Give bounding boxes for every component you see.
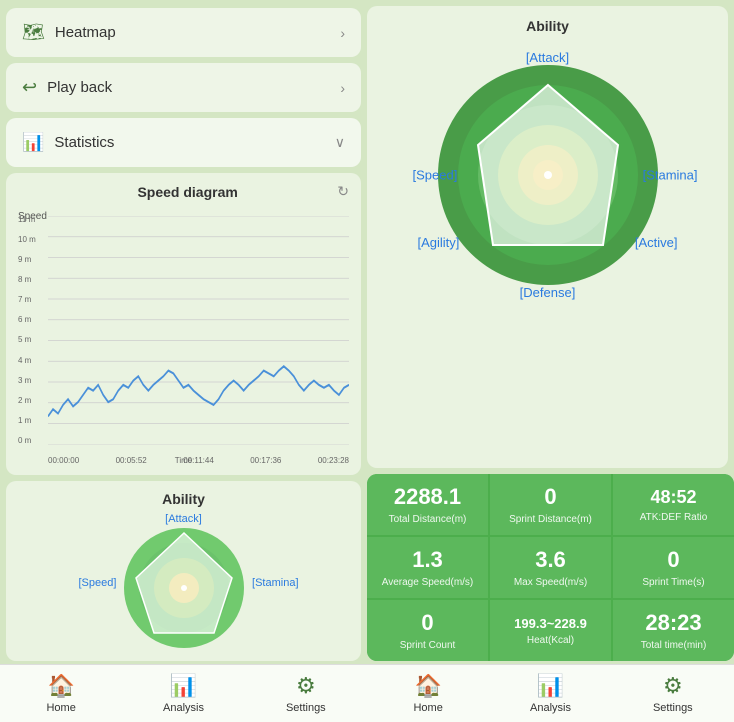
- chart-canvas: [48, 216, 349, 445]
- nav-home-right[interactable]: 🏠 Home: [398, 673, 458, 714]
- active-label-right: [Active]: [635, 235, 678, 250]
- stat-value-total-distance: 2288.1: [394, 484, 461, 510]
- right-panel: Ability [Attack] [Speed] [Stamina] [Agil…: [367, 0, 734, 722]
- home-label-right: Home: [413, 702, 442, 714]
- settings-icon-right: ⚙: [663, 673, 683, 699]
- nav-analysis-right[interactable]: 📊 Analysis: [520, 673, 580, 714]
- stat-label-sprint-distance: Sprint Distance(m): [509, 514, 592, 525]
- ability-title-left: Ability: [162, 491, 205, 507]
- settings-label-left: Settings: [286, 702, 326, 714]
- stat-label-max-speed: Max Speed(m/s): [514, 577, 587, 588]
- settings-icon-left: ⚙: [296, 673, 316, 699]
- analysis-label-left: Analysis: [163, 702, 204, 714]
- stat-label-sprint-count: Sprint Count: [400, 640, 456, 651]
- heatmap-chevron: ›: [340, 25, 345, 41]
- bottom-nav-right: 🏠 Home 📊 Analysis ⚙ Settings: [367, 664, 734, 722]
- speed-diagram-header: Speed diagram ↻: [18, 183, 349, 200]
- nav-settings-left[interactable]: ⚙ Settings: [276, 673, 336, 714]
- refresh-icon[interactable]: ↻: [337, 183, 349, 200]
- menu-item-playback[interactable]: ↩ Play back ›: [6, 63, 361, 112]
- playback-chevron: ›: [340, 80, 345, 96]
- stat-value-heat: 199.3~228.9: [514, 616, 587, 631]
- nav-analysis-left[interactable]: 📊 Analysis: [153, 673, 213, 714]
- ability-title-right: Ability: [526, 18, 569, 34]
- stat-sprint-distance: 0 Sprint Distance(m): [490, 474, 611, 535]
- ability-section-right: Ability [Attack] [Speed] [Stamina] [Agil…: [367, 6, 728, 468]
- menu-item-left: 📊 Statistics: [22, 132, 114, 153]
- stat-value-avg-speed: 1.3: [412, 547, 443, 573]
- menu-item-heatmap[interactable]: 🗺 Heatmap ›: [6, 8, 361, 57]
- defense-label-right: [Defense]: [520, 285, 576, 300]
- playback-label: Play back: [47, 79, 112, 96]
- stat-sprint-count: 0 Sprint Count: [367, 600, 488, 661]
- speed-chart-svg: [48, 216, 349, 445]
- y-axis: 0 m 1 m 2 m 3 m 4 m 5 m 6 m 7 m 8 m 9 m …: [18, 216, 36, 445]
- stat-value-sprint-time: 0: [667, 547, 679, 573]
- time-axis-label: Time: [175, 456, 192, 465]
- left-panel: 🗺 Heatmap › ↩ Play back › 📊 Statistics ∨…: [0, 0, 367, 722]
- stamina-label-left: [Stamina]: [252, 577, 298, 589]
- statistics-label: Statistics: [54, 134, 114, 151]
- menu-item-statistics[interactable]: 📊 Statistics ∨: [6, 118, 361, 167]
- home-icon-left: 🏠: [47, 673, 74, 699]
- stat-label-total-distance: Total Distance(m): [389, 514, 467, 525]
- stat-label-heat: Heat(Kcal): [527, 635, 574, 646]
- stat-avg-speed: 1.3 Average Speed(m/s): [367, 537, 488, 598]
- nav-home-left[interactable]: 🏠 Home: [31, 673, 91, 714]
- stat-heat: 199.3~228.9 Heat(Kcal): [490, 600, 611, 661]
- bottom-nav-left: 🏠 Home 📊 Analysis ⚙ Settings: [0, 664, 367, 722]
- speed-label-right: [Speed]: [413, 168, 458, 183]
- stamina-label-right: [Stamina]: [643, 168, 698, 183]
- menu-item-left: 🗺 Heatmap: [22, 22, 116, 43]
- heatmap-label: Heatmap: [55, 24, 116, 41]
- stat-label-atk-def-ratio: ATK:DEF Ratio: [640, 512, 708, 523]
- stat-value-max-speed: 3.6: [535, 547, 566, 573]
- menu-item-left: ↩ Play back: [22, 77, 112, 98]
- stat-label-sprint-time: Sprint Time(s): [642, 577, 704, 588]
- speed-diagram-section: Speed diagram ↻ Speed 0 m 1 m 2 m 3 m 4 …: [6, 173, 361, 475]
- heatmap-icon: 🗺: [22, 22, 45, 43]
- stat-total-time: 28:23 Total time(min): [613, 600, 734, 661]
- nav-settings-right[interactable]: ⚙ Settings: [643, 673, 703, 714]
- analysis-label-right: Analysis: [530, 702, 571, 714]
- stat-sprint-time: 0 Sprint Time(s): [613, 537, 734, 598]
- agility-label-right: [Agility]: [418, 235, 460, 250]
- stat-atk-def-ratio: 48:52 ATK:DEF Ratio: [613, 474, 734, 535]
- home-label-left: Home: [46, 702, 75, 714]
- stats-grid: 2288.1 Total Distance(m) 0 Sprint Distan…: [367, 474, 734, 661]
- stat-max-speed: 3.6 Max Speed(m/s): [490, 537, 611, 598]
- playback-icon: ↩: [22, 77, 37, 98]
- settings-label-right: Settings: [653, 702, 693, 714]
- attack-label-left: [Attack]: [165, 513, 202, 525]
- analysis-icon-left: 📊: [170, 673, 197, 699]
- speed-label-left: [Speed]: [79, 577, 117, 589]
- analysis-icon-right: 📊: [537, 673, 564, 699]
- x-axis: 00:00:00 00:05:52 00:11:44 00:17:36 00:2…: [48, 456, 349, 465]
- stat-label-total-time: Total time(min): [641, 640, 707, 651]
- statistics-chevron: ∨: [335, 134, 345, 151]
- stat-value-total-time: 28:23: [645, 610, 701, 636]
- stat-value-sprint-distance: 0: [544, 484, 556, 510]
- attack-label-right: [Attack]: [526, 50, 569, 65]
- statistics-icon: 📊: [22, 132, 44, 153]
- ability-section-left: Ability [Attack] [Speed] [Stamina]: [6, 481, 361, 661]
- stat-value-sprint-count: 0: [421, 610, 433, 636]
- chart-area: Speed 0 m 1 m 2 m 3 m 4 m 5 m 6 m 7 m 8 …: [18, 206, 349, 465]
- home-icon-right: 🏠: [414, 673, 441, 699]
- speed-diagram-title: Speed diagram: [38, 184, 337, 200]
- stat-value-atk-def-ratio: 48:52: [650, 487, 696, 508]
- stat-total-distance: 2288.1 Total Distance(m): [367, 474, 488, 535]
- radar-chart-left: [Attack] [Speed] [Stamina]: [84, 513, 284, 653]
- stat-label-avg-speed: Average Speed(m/s): [382, 577, 474, 588]
- radar-chart-right: [Attack] [Speed] [Stamina] [Agility] [Ac…: [418, 45, 678, 305]
